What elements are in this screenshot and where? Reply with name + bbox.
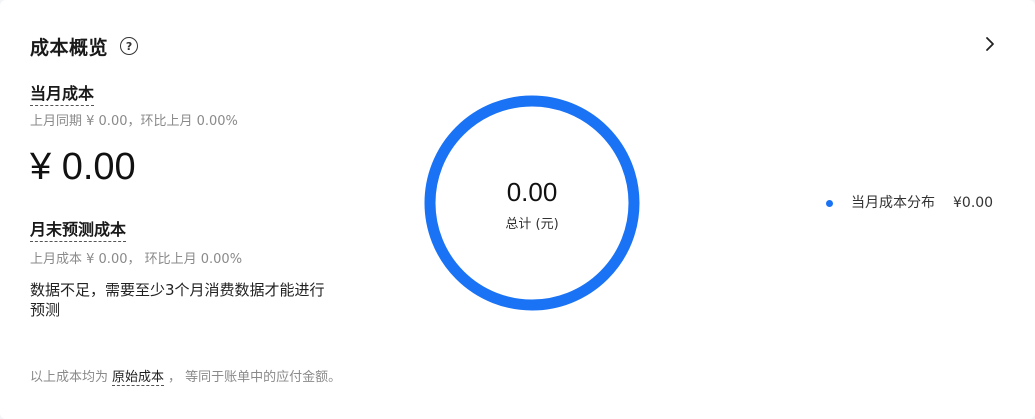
legend-dot xyxy=(826,199,833,207)
current-month-cost-label[interactable]: 当月成本 xyxy=(30,84,95,106)
forecast-comparison: 上月成本 ¥ 0.00， 环比上月 0.00% xyxy=(30,252,243,267)
footer-note: 以上成本均为 原始成本， 等同于账单中的应付金额。 xyxy=(30,369,341,387)
legend-series-name: 当月成本分布 xyxy=(851,195,935,211)
legend-series-value: ¥0.00 xyxy=(953,195,994,211)
donut-total-label: 总计 (元) xyxy=(505,217,559,232)
current-month-amount: ¥ 0.00 xyxy=(30,146,136,188)
question-circle-icon[interactable]: ? xyxy=(120,37,139,55)
forecast-insufficient-data-note: 数据不足，需要至少3个月消费数据才能进行预测 xyxy=(30,281,325,319)
page-title: 成本概览 xyxy=(30,36,109,59)
card-header: 成本概览 ? xyxy=(30,33,139,59)
chevron-right-icon[interactable] xyxy=(980,34,1000,54)
footer-prefix: 以上成本均为 xyxy=(30,370,109,385)
forecast-cost-label[interactable]: 月末预测成本 xyxy=(30,220,127,242)
donut-total-value: 0.00 xyxy=(506,177,558,207)
cost-overview-card: 成本概览 ? 当月成本 上月同期 ¥ 0.00，环比上月 0.00% ¥ 0.0… xyxy=(0,0,1035,419)
current-month-comparison: 上月同期 ¥ 0.00，环比上月 0.00% xyxy=(30,114,238,129)
footer-suffix: ， 等同于账单中的应付金额。 xyxy=(168,370,342,385)
chart-legend: 当月成本分布 ¥0.00 xyxy=(826,193,993,213)
original-cost-link[interactable]: 原始成本 xyxy=(112,370,165,386)
